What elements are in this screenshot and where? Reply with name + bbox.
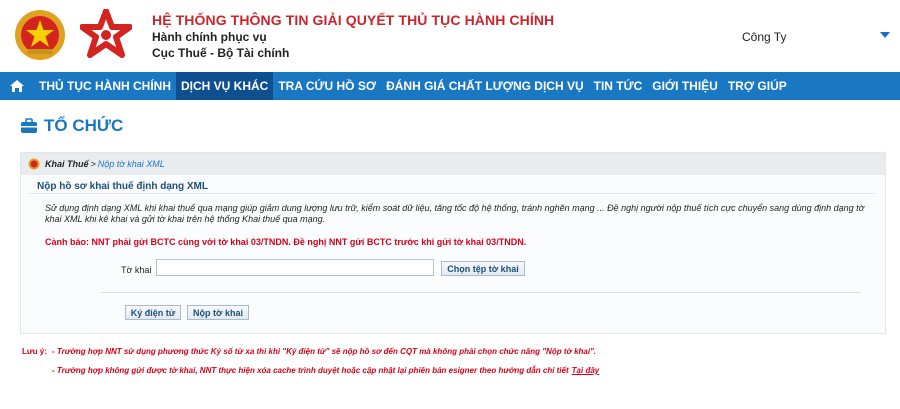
nav-item-gioi-thieu[interactable]: GIỚI THIỆU bbox=[647, 72, 723, 100]
warning-text: Cảnh báo: NNT phải gửi BCTC cùng với tờ … bbox=[45, 237, 527, 247]
user-account-dropdown[interactable]: Công Ty bbox=[740, 28, 890, 46]
home-icon bbox=[10, 80, 24, 92]
agency-name: Cục Thuế - Bộ Tài chính bbox=[152, 46, 290, 60]
file-path-input[interactable] bbox=[156, 259, 434, 276]
note-remote-signing: - Trường hợp NNT sử dụng phương thức Ký … bbox=[52, 347, 597, 356]
breadcrumb-current[interactable]: Nộp tờ khai XML bbox=[98, 159, 165, 169]
notes-label: Lưu ý: bbox=[22, 347, 47, 356]
xml-submit-panel: Khai Thuế > Nộp tờ khai XML Nộp hồ sơ kh… bbox=[20, 152, 886, 334]
main-nav: THỦ TỤC HÀNH CHÍNH DỊCH VỤ KHÁC TRA CỨU … bbox=[0, 72, 900, 100]
nav-item-tin-tuc[interactable]: TIN TỨC bbox=[589, 72, 648, 100]
page-title: TỔ CHỨC bbox=[20, 116, 123, 136]
nav-home[interactable] bbox=[0, 72, 34, 100]
nav-item-dich-vu-khac[interactable]: DỊCH VỤ KHÁC bbox=[176, 72, 274, 100]
nav-item-tra-cuu-ho-so[interactable]: TRA CỨU HỒ SƠ bbox=[273, 72, 381, 100]
national-emblem-icon bbox=[15, 10, 65, 60]
xml-description: Sử dụng định dạng XML khi khai thuế qua … bbox=[45, 203, 865, 224]
page-title-text: TỔ CHỨC bbox=[44, 116, 124, 135]
system-title: HỆ THỐNG THÔNG TIN GIẢI QUYẾT THỦ TỤC HÀ… bbox=[152, 12, 555, 28]
nav-item-danh-gia-chat-luong[interactable]: ĐÁNH GIÁ CHẤT LƯỢNG DỊCH VỤ bbox=[381, 72, 589, 100]
submit-button[interactable]: Nộp tờ khai bbox=[187, 305, 249, 320]
note-cache-text: - Trường hợp không gửi được tờ khai, NNT… bbox=[52, 366, 569, 375]
system-subtitle: Hành chính phục vụ bbox=[152, 30, 267, 44]
briefcase-icon bbox=[21, 118, 37, 133]
breadcrumb-home[interactable]: Khai Thuế bbox=[45, 159, 89, 169]
site-header: HỆ THỐNG THÔNG TIN GIẢI QUYẾT THỦ TỤC HÀ… bbox=[0, 0, 900, 70]
nav-item-tro-giup[interactable]: TRỢ GIÚP bbox=[723, 72, 792, 100]
details-link[interactable]: Tại đây bbox=[572, 366, 600, 375]
note-cache: - Trường hợp không gửi được tờ khai, NNT… bbox=[52, 366, 599, 375]
breadcrumb-separator: > bbox=[90, 159, 96, 169]
nav-item-thu-tuc-hanh-chinh[interactable]: THỦ TỤC HÀNH CHÍNH bbox=[34, 72, 176, 100]
caret-down-icon bbox=[880, 32, 890, 38]
user-account-label: Công Ty bbox=[742, 30, 787, 44]
choose-file-button[interactable]: Chọn tệp tờ khai bbox=[441, 261, 525, 276]
tax-department-logo-icon bbox=[80, 9, 132, 58]
breadcrumb: Khai Thuế > Nộp tờ khai XML bbox=[21, 153, 885, 175]
divider bbox=[101, 292, 861, 293]
divider bbox=[29, 193, 875, 194]
emblem-small-icon bbox=[28, 158, 40, 170]
section-title: Nộp hồ sơ khai thuế định dạng XML bbox=[37, 181, 208, 192]
file-field-label: Tờ khai bbox=[121, 265, 152, 275]
sign-button[interactable]: Ký điện tử bbox=[125, 305, 181, 320]
